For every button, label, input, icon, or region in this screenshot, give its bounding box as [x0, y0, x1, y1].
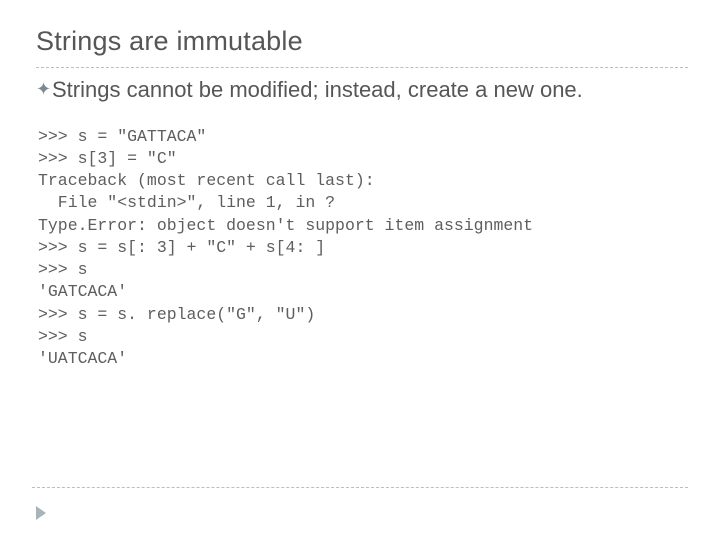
bullet-icon: ✦ [36, 76, 52, 101]
slide-title: Strings are immutable [36, 26, 688, 57]
body-row: ✦ Strings cannot be modified; instead, c… [36, 76, 688, 104]
footer-arrow-icon [36, 506, 46, 520]
code-block: >>> s = "GATTACA" >>> s[3] = "C" Traceba… [38, 126, 688, 371]
body-text: Strings cannot be modified; instead, cre… [52, 76, 583, 104]
footer-divider [32, 487, 688, 488]
slide: Strings are immutable ✦ Strings cannot b… [0, 0, 720, 540]
title-divider [36, 67, 688, 68]
